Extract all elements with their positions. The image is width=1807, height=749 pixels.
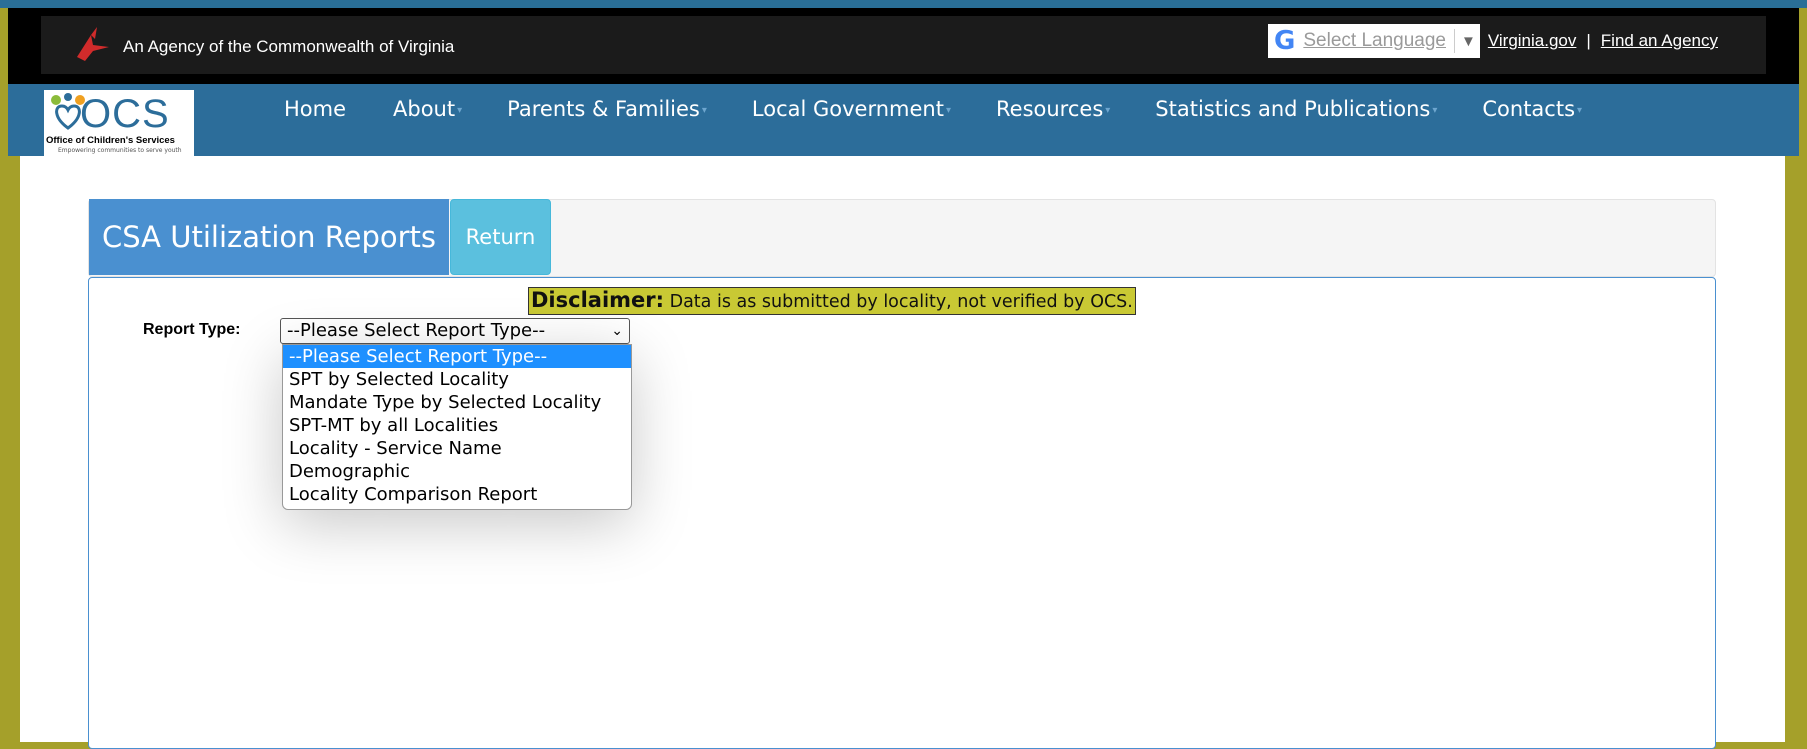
triangle-down-icon: ▼ bbox=[1460, 32, 1476, 50]
nav-item-label: Local Government bbox=[751, 97, 944, 121]
nav-menu: Home About ▾ Parents & Families ▾ Local Go… bbox=[284, 97, 1582, 121]
caret-down-icon: ▾ bbox=[1432, 105, 1438, 116]
virginia-gov-link[interactable]: Virginia.gov bbox=[1488, 31, 1577, 51]
language-divider bbox=[1453, 29, 1455, 53]
agency-text: An Agency of the Commonwealth of Virgini… bbox=[123, 37, 455, 56]
ocs-logo-subtitle: Office of Children's Services bbox=[46, 135, 175, 146]
language-selector[interactable]: G Select Language ▼ bbox=[1268, 24, 1480, 58]
nav-item-statistics-publications[interactable]: Statistics and Publications ▾ bbox=[1155, 97, 1437, 121]
select-language-label: Select Language bbox=[1303, 30, 1446, 51]
gov-links: G Select Language ▼ Virginia.gov | Find … bbox=[1268, 24, 1718, 58]
dropdown-option-spt-mt-all[interactable]: SPT-MT by all Localities bbox=[283, 414, 631, 437]
dropdown-option-locality-service[interactable]: Locality - Service Name bbox=[283, 437, 631, 460]
ocs-logo-tagline: Empowering communities to serve youth bbox=[58, 147, 182, 154]
main-nav-bar: OCS Office of Children's Services Empowe… bbox=[8, 84, 1799, 156]
dropdown-option-spt-by-locality[interactable]: SPT by Selected Locality bbox=[283, 368, 631, 391]
nav-item-label: Contacts bbox=[1482, 97, 1576, 121]
page-title: CSA Utilization Reports bbox=[89, 199, 449, 275]
commonwealth-bar: An Agency of the Commonwealth of Virgini… bbox=[8, 8, 1799, 84]
report-type-selected-value: --Please Select Report Type-- bbox=[287, 320, 546, 341]
nav-item-label: Resources bbox=[996, 97, 1104, 121]
disclaimer-banner: Disclaimer: Data is as submitted by loca… bbox=[528, 287, 1136, 315]
nav-item-label: Statistics and Publications bbox=[1155, 97, 1431, 121]
nav-item-about[interactable]: About ▾ bbox=[393, 97, 462, 121]
disclaimer-text: Data is as submitted by locality, not ve… bbox=[669, 292, 1133, 312]
return-button[interactable]: Return bbox=[450, 199, 551, 275]
nav-item-label: Home bbox=[284, 97, 347, 121]
link-separator: | bbox=[1586, 31, 1591, 50]
chevron-down-icon: ⌄ bbox=[611, 323, 623, 339]
disclaimer-label: Disclaimer: bbox=[531, 288, 665, 312]
report-type-label: Report Type: bbox=[143, 321, 241, 338]
agency-banner: An Agency of the Commonwealth of Virgini… bbox=[71, 27, 455, 61]
report-type-dropdown: --Please Select Report Type-- SPT by Sel… bbox=[282, 344, 632, 510]
cardinal-icon bbox=[77, 27, 109, 61]
caret-down-icon: ▾ bbox=[945, 105, 952, 116]
nav-item-contacts[interactable]: Contacts ▾ bbox=[1482, 97, 1582, 121]
nav-item-resources[interactable]: Resources ▾ bbox=[996, 97, 1110, 121]
google-icon: G bbox=[1274, 26, 1296, 56]
nav-item-home[interactable]: Home bbox=[284, 97, 346, 121]
find-agency-link[interactable]: Find an Agency bbox=[1601, 31, 1718, 51]
caret-down-icon: ▾ bbox=[701, 105, 707, 116]
nav-item-label: About bbox=[393, 97, 456, 121]
nav-item-parents-families[interactable]: Parents & Families ▾ bbox=[507, 97, 707, 121]
dropdown-option-mandate-type[interactable]: Mandate Type by Selected Locality bbox=[283, 391, 631, 414]
ocs-logo-word: OCS bbox=[80, 92, 170, 136]
dropdown-option-demographic[interactable]: Demographic bbox=[283, 460, 631, 483]
commonwealth-bar-inner: An Agency of the Commonwealth of Virgini… bbox=[41, 16, 1766, 74]
report-type-select[interactable]: --Please Select Report Type-- ⌄ bbox=[280, 318, 630, 344]
caret-down-icon: ▾ bbox=[1577, 105, 1583, 116]
window-top-border bbox=[0, 0, 1807, 8]
dropdown-option-placeholder[interactable]: --Please Select Report Type-- bbox=[283, 345, 631, 368]
caret-down-icon: ▾ bbox=[1105, 105, 1111, 116]
dropdown-option-locality-comparison[interactable]: Locality Comparison Report bbox=[283, 483, 631, 506]
ocs-logo[interactable]: OCS Office of Children's Services Empowe… bbox=[44, 90, 194, 156]
nav-item-local-government[interactable]: Local Government ▾ bbox=[752, 97, 951, 121]
nav-item-label: Parents & Families bbox=[507, 97, 700, 121]
caret-down-icon: ▾ bbox=[457, 105, 463, 116]
